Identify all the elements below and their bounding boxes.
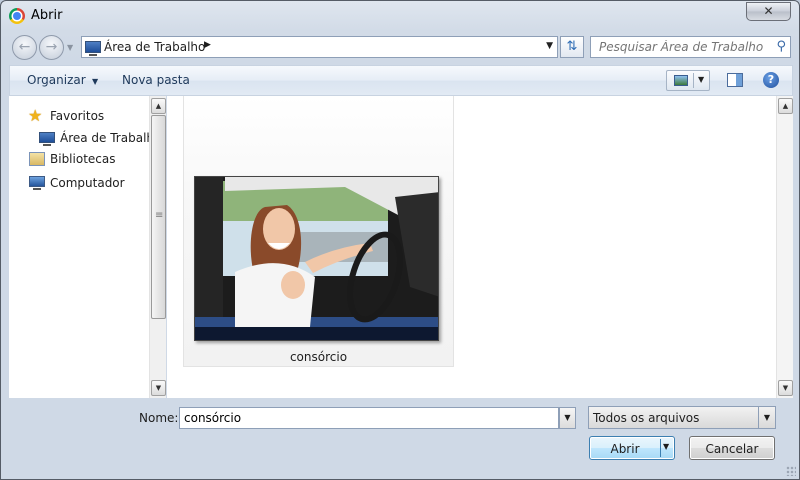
search-icon[interactable]: ⚲: [776, 39, 786, 54]
library-icon: [29, 152, 45, 166]
chrome-icon: [9, 8, 25, 24]
address-dropdown-icon[interactable]: ▼: [546, 41, 553, 51]
file-name: consórcio: [289, 350, 348, 364]
back-arrow-icon: ←: [18, 39, 31, 55]
open-file-dialog: Abrir ✕ ← → ▼ Área de Trabalho ▶ ▼ ⇅ ⚲ O…: [0, 0, 800, 480]
split-divider: [660, 439, 661, 457]
chevron-down-icon[interactable]: ▼: [758, 407, 775, 428]
open-options-chevron-icon[interactable]: ▼: [663, 442, 669, 451]
title-bar[interactable]: Abrir ✕: [1, 1, 799, 31]
forward-arrow-icon: →: [45, 39, 58, 55]
file-list-scrollbar[interactable]: ▲ ▼: [776, 96, 793, 398]
thumbnail-image: [195, 177, 438, 340]
file-type-value: Todos os arquivos: [593, 411, 700, 425]
desktop-icon: [39, 132, 55, 146]
resize-grip-icon[interactable]: [786, 466, 796, 476]
nav-scrollbar[interactable]: ▲ ▼: [149, 96, 166, 398]
chevron-down-icon: ▼: [89, 77, 99, 86]
file-name-label: Nome:: [139, 411, 179, 425]
file-list-pane: consórcio: [167, 96, 793, 398]
search-box[interactable]: ⚲: [590, 36, 791, 58]
refresh-icon: ⇅: [566, 39, 578, 54]
view-button-divider: [693, 73, 694, 88]
cancel-button-label: Cancelar: [705, 442, 759, 456]
back-button[interactable]: ←: [12, 35, 37, 60]
address-bar[interactable]: Área de Trabalho ▶ ▼: [81, 36, 558, 58]
breadcrumb-arrow-icon[interactable]: ▶: [204, 40, 211, 50]
chevron-down-icon[interactable]: ▼: [698, 75, 704, 84]
close-button[interactable]: ✕: [746, 2, 791, 21]
nav-item-favoritos[interactable]: ★ Favoritos: [9, 106, 150, 126]
scroll-down-arrow-icon[interactable]: ▼: [778, 380, 793, 396]
refresh-button[interactable]: ⇅: [560, 36, 584, 58]
organize-menu[interactable]: Organizar ▼: [27, 73, 98, 87]
breadcrumb-desktop[interactable]: Área de Trabalho: [104, 40, 205, 54]
forward-button[interactable]: →: [39, 35, 64, 60]
nav-item-label: Bibliotecas: [50, 152, 116, 166]
chevron-down-icon: ▼: [564, 413, 571, 422]
scroll-up-arrow-icon[interactable]: ▲: [778, 98, 793, 114]
file-thumbnail: [194, 176, 439, 341]
nav-item-label: Área de Trabalho: [60, 131, 150, 145]
scroll-down-arrow-icon[interactable]: ▼: [151, 380, 166, 396]
desktop-icon: [85, 41, 101, 56]
nav-item-bibliotecas[interactable]: Bibliotecas: [9, 149, 150, 169]
star-icon: ★: [28, 106, 43, 125]
file-name-input[interactable]: [179, 407, 559, 429]
help-icon[interactable]: ?: [763, 72, 779, 88]
computer-icon: [29, 176, 45, 190]
recent-pages-chevron-icon[interactable]: ▼: [67, 43, 73, 52]
nav-item-computador[interactable]: Computador: [9, 173, 150, 193]
file-tile[interactable]: consórcio: [183, 96, 454, 367]
file-type-select[interactable]: Todos os arquivos ▼: [588, 406, 776, 429]
scroll-up-arrow-icon[interactable]: ▲: [151, 98, 166, 114]
command-bar: Organizar ▼ Nova pasta ▼ ?: [9, 65, 793, 96]
organize-label: Organizar: [27, 73, 86, 87]
window-title: Abrir: [31, 8, 63, 23]
new-folder-button[interactable]: Nova pasta: [122, 73, 190, 87]
change-view-icon: [674, 75, 688, 86]
nav-item-area-de-trabalho[interactable]: Área de Trabalho: [9, 128, 150, 148]
nav-item-label: Computador: [50, 176, 125, 190]
scrollbar-thumb[interactable]: [151, 115, 166, 319]
nav-item-label: Favoritos: [50, 109, 105, 123]
open-button[interactable]: Abrir ▼: [589, 436, 675, 460]
file-name-dropdown[interactable]: ▼: [559, 407, 576, 429]
change-view-button[interactable]: ▼: [666, 70, 710, 91]
cancel-button[interactable]: Cancelar: [689, 436, 775, 460]
navigation-pane: ★ Favoritos Área de Trabalho Bibliotecas…: [9, 96, 150, 398]
search-input[interactable]: [591, 37, 766, 57]
open-button-label: Abrir: [610, 442, 640, 456]
preview-pane-icon[interactable]: [727, 73, 743, 87]
